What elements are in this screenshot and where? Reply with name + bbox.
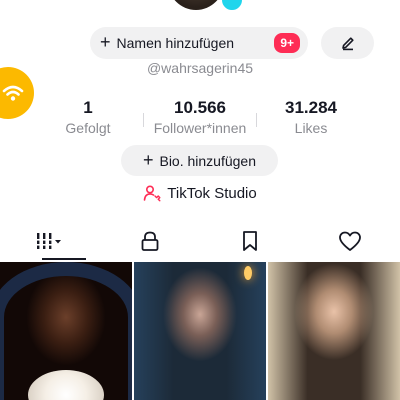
profile-tabs [0,222,400,260]
stat-divider [143,113,144,127]
tab-private[interactable] [100,222,200,260]
add-bio-button[interactable]: + Bio. hinzufügen [121,145,278,176]
tab-videos[interactable] [0,222,100,260]
tab-liked[interactable] [300,222,400,260]
stat-followers-value: 10.566 [174,98,226,117]
notification-badge: 9+ [274,33,300,53]
stat-followers[interactable]: 10.566 Follower*innen [145,97,255,137]
lock-icon [141,231,159,251]
wifi-icon [2,85,24,101]
active-tab-indicator [42,258,86,260]
pencil-icon [341,37,354,51]
video-thumbnail[interactable] [0,262,132,400]
video-thumbnail[interactable] [134,262,266,400]
heart-icon [339,231,361,251]
add-name-button[interactable]: + Namen hinzufügen 9+ [90,27,308,59]
edit-profile-button[interactable] [321,27,374,59]
profile-handle: @wahrsagerin45 [146,60,254,76]
thumbnail-scarf [134,262,266,400]
thumbnail-veil [268,262,400,400]
plus-icon: + [142,149,154,170]
stat-following[interactable]: 1 Gefolgt [33,97,143,137]
video-grid [0,262,400,400]
stat-likes[interactable]: 31.284 Likes [256,97,366,137]
thumbnail-lamp [244,266,252,280]
studio-person-icon [143,185,161,202]
profile-avatar[interactable] [168,0,224,10]
tab-saved[interactable] [200,222,300,260]
stat-likes-value: 31.284 [285,98,337,117]
add-name-label: Namen hinzufügen [116,35,235,51]
tiktok-studio-link[interactable]: TikTok Studio [0,184,400,202]
tiktok-studio-label: TikTok Studio [167,184,257,202]
stat-following-value: 1 [83,98,93,117]
avatar-add-badge[interactable] [220,0,244,12]
add-bio-label: Bio. hinzufügen [159,152,257,169]
stat-following-label: Gefolgt [65,120,111,136]
plus-icon: + [100,32,111,52]
stat-likes-label: Likes [294,120,328,136]
grid-icon [35,233,61,249]
stat-followers-label: Follower*innen [153,120,247,136]
bookmark-icon [243,231,257,251]
video-thumbnail[interactable] [268,262,400,400]
